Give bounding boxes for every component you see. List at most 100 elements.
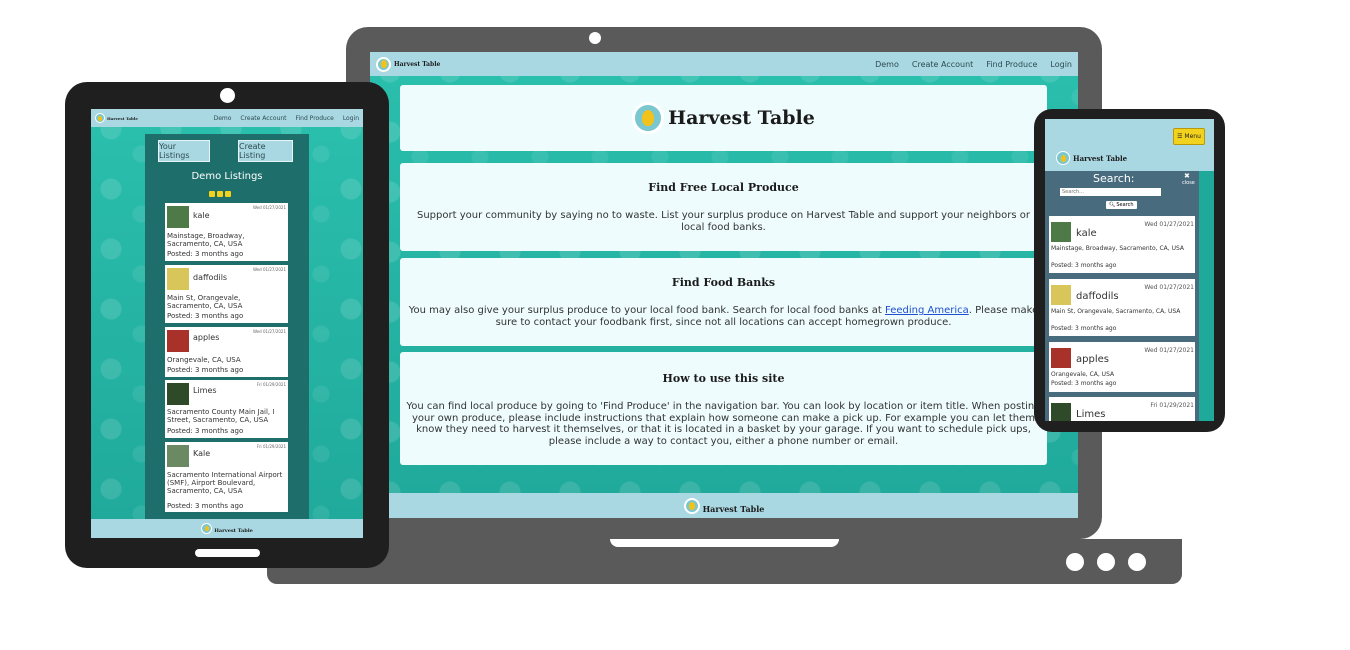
- listing-card[interactable]: Kale Fri 01/29/2021 Sacramento Internati…: [165, 442, 288, 512]
- nav-find-produce[interactable]: Find Produce: [986, 60, 1037, 69]
- listing-date: Fri 01/29/2021: [1150, 402, 1194, 409]
- listing-card[interactable]: daffodils Wed 01/27/2021 Main St, Orange…: [165, 265, 288, 323]
- nav-brand[interactable]: Harvest Table: [376, 56, 441, 72]
- laptop-camera: [589, 32, 601, 44]
- footer-brand: Harvest Table: [214, 527, 253, 534]
- view-toggle-icon[interactable]: [225, 191, 231, 197]
- listing-title: apples: [1076, 354, 1109, 365]
- close-icon[interactable]: ✖: [1184, 172, 1190, 180]
- tablet-camera: [220, 88, 235, 103]
- listing-address: Main St, Orangevale, Sacramento, CA, USA: [167, 294, 243, 310]
- pear-logo-icon: [683, 497, 700, 514]
- navbar: Harvest Table Demo Create Account Find P…: [91, 109, 363, 127]
- pear-logo-icon: [632, 102, 665, 134]
- menu-button[interactable]: ☰ Menu: [1173, 128, 1205, 145]
- section-title: How to use this site: [662, 372, 785, 385]
- nav-demo[interactable]: Demo: [214, 115, 232, 122]
- hero-title: Harvest Table: [668, 107, 815, 129]
- listing-card[interactable]: daffodils Wed 01/27/2021 Main St, Orange…: [1049, 279, 1195, 336]
- listing-thumbnail: [1050, 347, 1072, 369]
- nav-links: Demo Create Account Find Produce Login: [875, 60, 1072, 69]
- laptop-dot: [1097, 553, 1115, 571]
- your-listings-button[interactable]: Your Listings: [158, 140, 210, 162]
- section-body: Support your community by saying no to w…: [417, 210, 1030, 233]
- section-card: Find Food Banks You may also give your s…: [400, 258, 1047, 346]
- search-label: Search:: [1093, 172, 1135, 185]
- section-body: You can find local produce by going to '…: [406, 401, 1041, 447]
- pear-logo-icon: [1056, 151, 1070, 165]
- laptop-screen: Harvest Table Demo Create Account Find P…: [370, 52, 1078, 518]
- nav-login[interactable]: Login: [1050, 60, 1072, 69]
- search-icon: 🔍︎: [1109, 202, 1116, 208]
- footer-brand: Harvest Table: [702, 503, 765, 514]
- listings-heading: Demo Listings: [191, 171, 263, 182]
- listing-card[interactable]: kale Wed 01/27/2021 Mainstage, Broadway,…: [165, 203, 288, 261]
- nav-brand[interactable]: Harvest Table: [95, 113, 138, 123]
- section-body-text: You may also give your surplus produce t…: [408, 305, 886, 316]
- nav-brand-label: Harvest Table: [394, 60, 441, 68]
- listing-title: Limes: [193, 386, 217, 395]
- listing-posted: Posted: 3 months ago: [167, 366, 244, 374]
- create-listing-button[interactable]: Create Listing: [238, 140, 293, 162]
- feeding-america-link[interactable]: Feeding America: [885, 305, 969, 316]
- listing-title: daffodils: [1076, 291, 1119, 302]
- listing-title: daffodils: [193, 273, 228, 282]
- listing-date: Wed 01/27/2021: [252, 267, 286, 272]
- pear-logo-icon: [376, 56, 391, 72]
- listing-card[interactable]: Limes Fri 01/29/2021 Sacramento County M…: [165, 380, 288, 438]
- laptop-dot: [1128, 553, 1146, 571]
- close-label[interactable]: close: [1182, 180, 1195, 186]
- listing-thumbnail: [166, 444, 190, 468]
- nav-login[interactable]: Login: [343, 115, 359, 122]
- nav-brand-label: Harvest Table: [1073, 153, 1128, 163]
- listing-card[interactable]: kale Wed 01/27/2021 Mainstage, Broadway,…: [1049, 216, 1195, 273]
- search-input[interactable]: [1060, 188, 1161, 196]
- listing-thumbnail: [1050, 221, 1072, 243]
- section-title: Find Food Banks: [671, 276, 776, 289]
- view-toggle-icon[interactable]: [217, 191, 223, 197]
- listing-card[interactable]: apples Wed 01/27/2021 Orangevale, CA, US…: [165, 327, 288, 377]
- laptop-dot: [1066, 553, 1084, 571]
- section-body: You may also give your surplus produce t…: [408, 305, 1039, 329]
- section-title: Find Free Local Produce: [648, 181, 799, 194]
- listing-date: Wed 01/27/2021: [1144, 347, 1194, 354]
- listing-card[interactable]: Limes Fri 01/29/2021: [1049, 397, 1195, 421]
- listing-posted: Posted: 3 months ago: [167, 427, 244, 435]
- listing-thumbnail: [166, 382, 190, 406]
- nav-create-account[interactable]: Create Account: [912, 60, 973, 69]
- nav-brand-label: Harvest Table: [107, 115, 138, 121]
- listing-address: Mainstage, Broadway, Sacramento, CA, USA: [1051, 245, 1184, 252]
- search-button-label: Search: [1116, 202, 1134, 208]
- phone-screen: ☰ Menu Harvest Table Search: ✖ close 🔍︎S…: [1045, 119, 1214, 421]
- listing-posted: Posted: 3 months ago: [167, 312, 244, 320]
- section-card: How to use this site You can find local …: [400, 352, 1047, 465]
- listing-posted: Posted: 3 months ago: [1051, 325, 1117, 332]
- search-button[interactable]: 🔍︎ Search: [1106, 201, 1137, 209]
- footer: Harvest Table: [370, 493, 1078, 518]
- view-toggle-icon[interactable]: [209, 191, 215, 197]
- listing-posted: Posted: 3 months ago: [167, 502, 244, 510]
- listing-date: Fri 01/29/2021: [256, 444, 286, 449]
- navbar: Harvest Table Demo Create Account Find P…: [370, 52, 1078, 76]
- listing-address: Mainstage, Broadway, Sacramento, CA, USA: [167, 232, 245, 248]
- listing-posted: Posted: 3 months ago: [167, 250, 244, 258]
- listing-thumbnail: [166, 205, 190, 229]
- listing-posted: Posted: 3 months ago: [1051, 262, 1117, 269]
- nav-create-account[interactable]: Create Account: [240, 115, 286, 122]
- listing-address: Sacramento County Main Jail, I Street, S…: [167, 408, 275, 424]
- listing-address: Main St, Orangevale, Sacramento, CA, USA: [1051, 308, 1181, 315]
- listing-card[interactable]: apples Wed 01/27/2021 Orangevale, CA, US…: [1049, 342, 1195, 392]
- nav-brand[interactable]: Harvest Table: [1056, 151, 1127, 165]
- listing-title: apples: [193, 333, 220, 342]
- search-panel: Search: ✖ close 🔍︎Search: [1045, 171, 1199, 211]
- hero-card: Harvest Table: [400, 85, 1047, 151]
- view-toggle: [209, 191, 231, 197]
- section-card: Find Free Local Produce Support your com…: [400, 163, 1047, 251]
- listing-date: Fri 01/29/2021: [256, 382, 286, 387]
- nav-demo[interactable]: Demo: [875, 60, 899, 69]
- listing-date: Wed 01/27/2021: [252, 329, 286, 334]
- listing-thumbnail: [1050, 402, 1072, 421]
- nav-links: Demo Create Account Find Produce Login: [214, 115, 359, 122]
- nav-find-produce[interactable]: Find Produce: [295, 115, 333, 122]
- listing-thumbnail: [1050, 284, 1072, 306]
